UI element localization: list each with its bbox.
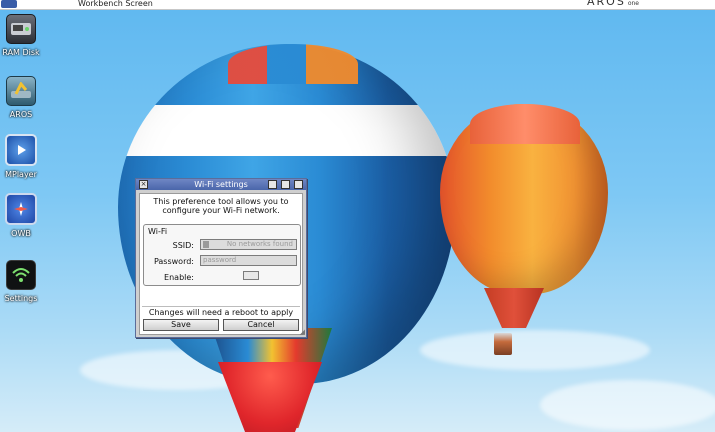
wifi-icon <box>6 260 36 290</box>
wifi-settings-window[interactable]: × Wi-Fi settings This preference tool al… <box>135 178 307 338</box>
save-button[interactable]: Save <box>143 319 219 331</box>
resize-handle-icon[interactable]: ◢ <box>300 328 305 336</box>
aros-menu-icon[interactable] <box>1 0 17 8</box>
reboot-note: Changes will need a reboot to apply <box>148 308 294 317</box>
window-content: This preference tool allows you to confi… <box>139 193 303 335</box>
cloud <box>420 330 650 370</box>
desktop-icon-label: AROS <box>9 110 33 119</box>
play-icon <box>5 134 37 166</box>
zoom-icon[interactable] <box>281 180 290 189</box>
drive-icon <box>6 76 36 106</box>
cloud <box>540 380 715 430</box>
description: This preference tool allows you to confi… <box>140 197 302 215</box>
balloon-basket <box>494 333 512 355</box>
small-balloon-top <box>470 104 580 144</box>
balloon-top-stripe <box>228 44 358 84</box>
ssid-value: No networks found <box>226 240 293 248</box>
password-placeholder: password <box>203 256 237 264</box>
desktop-icon-label: OWB <box>11 229 31 238</box>
large-balloon-skirt <box>218 362 322 432</box>
desktop-icon-mplayer[interactable]: MPlayer <box>0 134 51 179</box>
password-label: Password: <box>153 257 194 266</box>
compass-icon <box>5 193 37 225</box>
iconify-icon[interactable] <box>268 180 277 189</box>
logo-text: AROS <box>587 0 626 8</box>
description-line-2: configure your Wi-Fi network. <box>162 206 280 215</box>
enable-label: Enable: <box>164 273 194 282</box>
disk-icon <box>6 14 36 44</box>
desktop-icon-ram-disk[interactable]: RAM Disk <box>0 14 51 57</box>
dropdown-icon <box>203 241 209 248</box>
desktop-icon-label: Settings <box>4 294 38 303</box>
ssid-select[interactable]: No networks found <box>200 239 297 250</box>
ssid-label: SSID: <box>172 241 194 250</box>
window-title-bar[interactable]: × Wi-Fi settings <box>136 179 306 190</box>
screen-title-bar[interactable]: Workbench Screen AROS one <box>0 0 715 10</box>
logo-suffix: one <box>627 0 639 7</box>
desktop-icon-owb[interactable]: OWB <box>0 193 51 238</box>
cancel-button[interactable]: Cancel <box>223 319 299 331</box>
enable-checkbox[interactable] <box>243 271 259 280</box>
password-field[interactable]: password <box>200 255 297 266</box>
desktop-icon-label: RAM Disk <box>2 48 40 57</box>
depth-icon[interactable] <box>294 180 303 189</box>
desktop-icon-aros[interactable]: AROS <box>0 76 51 119</box>
aros-logo: AROS one <box>587 0 639 9</box>
wifi-group: Wi-Fi SSID: No networks found Password: … <box>143 224 301 286</box>
desktop-icon-settings[interactable]: Settings <box>0 260 51 303</box>
desktop-icon-label: MPlayer <box>5 170 37 179</box>
description-line-1: This preference tool allows you to <box>153 197 289 206</box>
divider <box>142 306 300 307</box>
screen-title: Workbench Screen <box>78 0 153 8</box>
small-balloon-neck <box>484 288 544 328</box>
group-label: Wi-Fi <box>148 227 168 236</box>
